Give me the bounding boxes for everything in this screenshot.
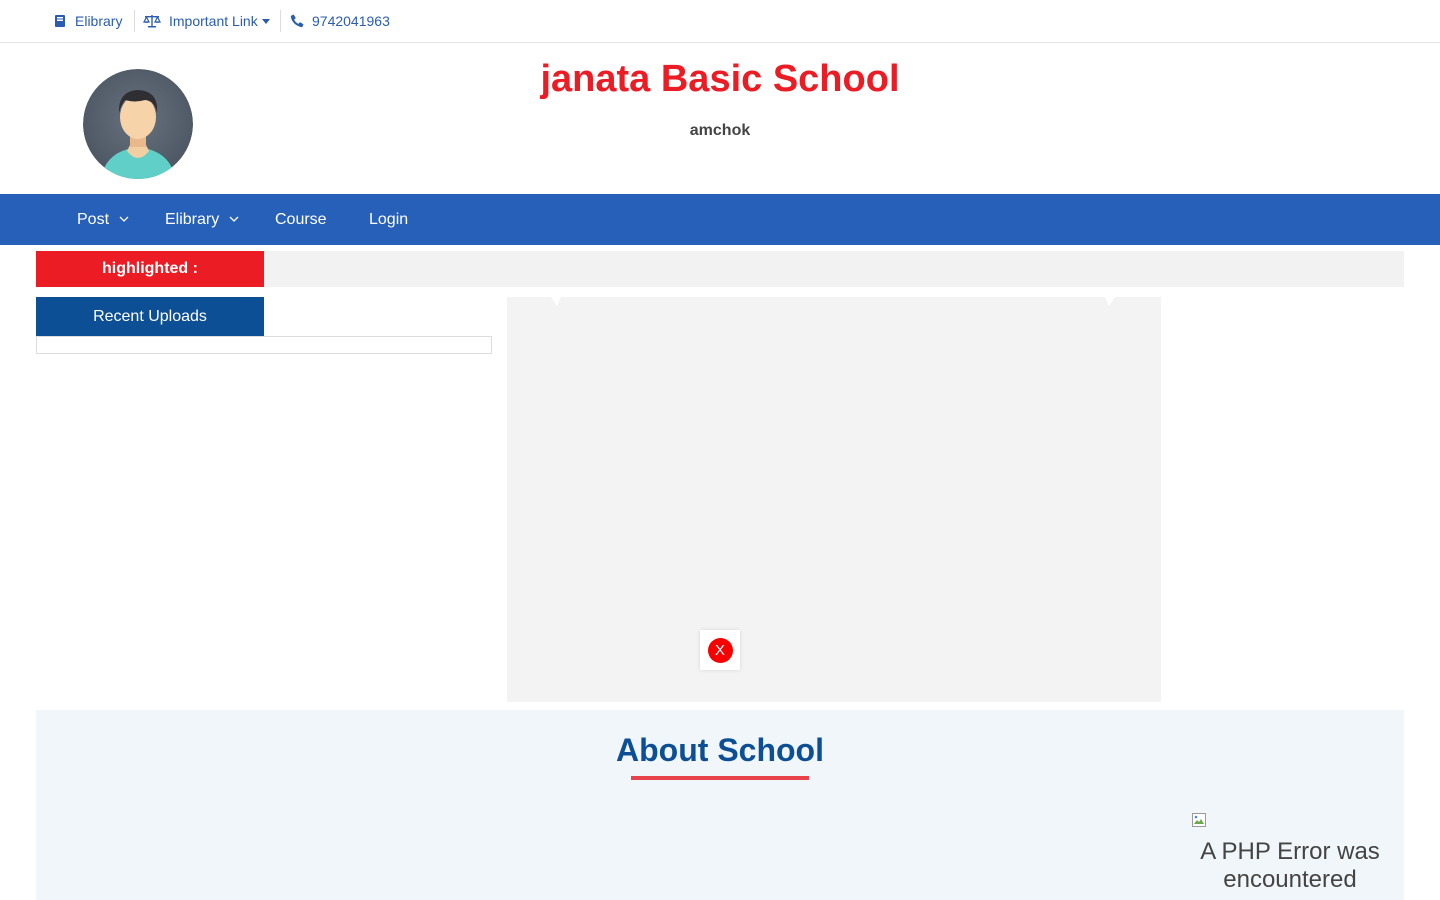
nav-item-label: Login <box>369 210 409 228</box>
book-icon <box>55 15 65 27</box>
slider-prev-arrow-icon[interactable] <box>549 297 563 307</box>
ticker-label: highlighted : <box>36 251 264 287</box>
nav-item-login[interactable]: Login <box>369 194 408 245</box>
nav-item-label: Elibrary <box>165 210 220 228</box>
divider <box>280 10 281 32</box>
image-slider <box>507 297 1161 702</box>
top-bar: Elibrary Important Link 9742041963 <box>0 0 1440 43</box>
elibrary-link-label: Elibrary <box>75 13 123 29</box>
scale-icon <box>143 15 161 28</box>
nav-item-course[interactable]: Course <box>275 194 327 245</box>
slider-next-arrow-icon[interactable] <box>1103 297 1117 307</box>
popup-close-container: X <box>700 630 740 670</box>
elibrary-link[interactable]: Elibrary <box>54 0 122 42</box>
caret-down-icon <box>261 19 270 24</box>
important-link-label: Important Link <box>169 13 258 29</box>
chevron-down-icon <box>119 216 129 222</box>
title-underline <box>631 776 809 780</box>
php-error-message: A PHP Error was encountered <box>1200 838 1380 893</box>
popup-close-button[interactable]: X <box>707 637 733 663</box>
nav-item-post[interactable]: Post <box>77 194 129 245</box>
highlight-ticker: highlighted : <box>36 251 1404 287</box>
nav-item-label: Course <box>275 210 327 228</box>
school-location: amchok <box>689 122 751 139</box>
nav-item-elibrary[interactable]: Elibrary <box>165 194 239 245</box>
recent-uploads-tab[interactable]: Recent Uploads <box>36 297 264 337</box>
about-title: About School <box>616 732 824 768</box>
phone-link[interactable]: 9742041963 <box>290 0 390 42</box>
phone-icon <box>290 14 304 28</box>
important-link-dropdown[interactable]: Important Link <box>143 0 270 42</box>
recent-uploads-list <box>36 336 492 354</box>
main-navbar: Post Elibrary Course Login <box>0 194 1440 245</box>
chevron-down-icon <box>229 216 239 222</box>
broken-image-icon <box>1192 813 1206 827</box>
school-name: janata Basic School <box>540 58 900 100</box>
about-section: About School A PHP Error was encountered <box>36 710 1404 900</box>
nav-item-label: Post <box>77 210 110 228</box>
phone-number: 9742041963 <box>312 13 390 29</box>
divider <box>134 10 135 32</box>
